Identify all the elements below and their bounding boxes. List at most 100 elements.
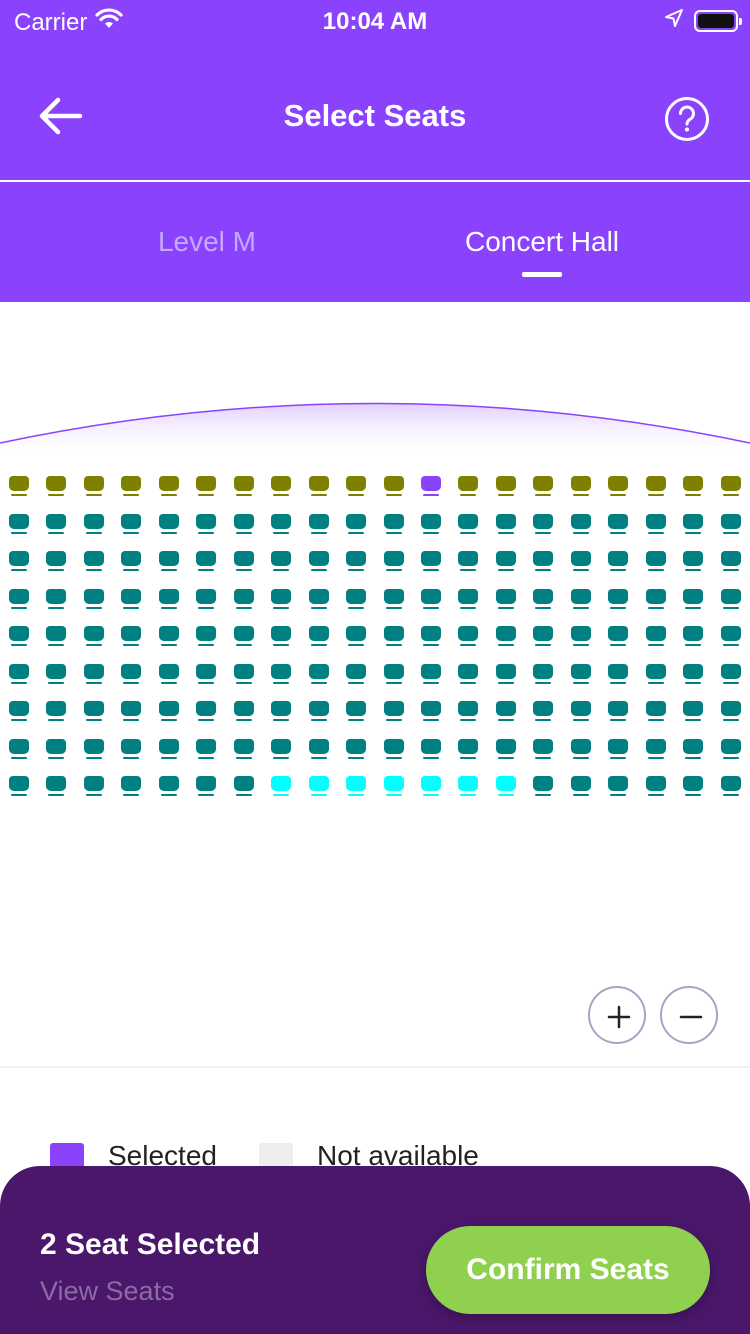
seat[interactable] bbox=[570, 551, 591, 573]
seat[interactable] bbox=[9, 738, 29, 761]
seat[interactable] bbox=[570, 626, 591, 648]
seat[interactable] bbox=[346, 588, 367, 611]
seat[interactable] bbox=[158, 738, 179, 761]
seat[interactable] bbox=[83, 476, 104, 498]
seat[interactable] bbox=[83, 588, 104, 611]
seat[interactable] bbox=[46, 701, 67, 723]
seat[interactable] bbox=[83, 551, 104, 573]
seat[interactable] bbox=[158, 663, 179, 686]
seat[interactable] bbox=[271, 738, 292, 761]
seat[interactable] bbox=[458, 551, 479, 573]
seat[interactable] bbox=[533, 738, 554, 761]
seat[interactable] bbox=[645, 476, 666, 498]
seat[interactable] bbox=[458, 588, 479, 611]
seat[interactable] bbox=[683, 663, 704, 686]
seat[interactable] bbox=[645, 776, 666, 798]
seat[interactable] bbox=[233, 551, 254, 573]
seat[interactable] bbox=[83, 701, 104, 723]
seat[interactable] bbox=[683, 551, 704, 573]
seat[interactable] bbox=[720, 776, 741, 798]
seat[interactable] bbox=[158, 476, 179, 498]
seat[interactable] bbox=[158, 626, 179, 648]
seat[interactable] bbox=[271, 476, 292, 498]
seat[interactable] bbox=[570, 476, 591, 498]
seat[interactable] bbox=[383, 701, 404, 723]
seat[interactable] bbox=[645, 513, 666, 536]
seat[interactable] bbox=[308, 701, 329, 723]
seat[interactable] bbox=[46, 776, 67, 798]
seat[interactable] bbox=[608, 701, 629, 723]
seat[interactable] bbox=[458, 701, 479, 723]
seat[interactable] bbox=[233, 588, 254, 611]
seat[interactable] bbox=[308, 626, 329, 648]
seat[interactable] bbox=[420, 663, 441, 686]
seat[interactable] bbox=[271, 701, 292, 723]
seat[interactable] bbox=[271, 626, 292, 648]
seat[interactable] bbox=[608, 626, 629, 648]
seat[interactable] bbox=[458, 476, 479, 498]
seat[interactable] bbox=[158, 776, 179, 798]
seat[interactable] bbox=[720, 513, 741, 536]
seat[interactable] bbox=[121, 776, 142, 798]
seat[interactable] bbox=[308, 513, 329, 536]
seat[interactable] bbox=[683, 701, 704, 723]
seat[interactable] bbox=[458, 663, 479, 686]
seat[interactable] bbox=[346, 776, 367, 798]
seat[interactable] bbox=[608, 588, 629, 611]
seat[interactable] bbox=[46, 626, 67, 648]
seat[interactable] bbox=[196, 513, 217, 536]
seat[interactable] bbox=[9, 513, 29, 536]
seat[interactable] bbox=[196, 663, 217, 686]
seat[interactable] bbox=[233, 776, 254, 798]
seat[interactable] bbox=[570, 776, 591, 798]
seat[interactable] bbox=[308, 551, 329, 573]
seat[interactable] bbox=[570, 663, 591, 686]
seat[interactable] bbox=[308, 738, 329, 761]
seat[interactable] bbox=[308, 588, 329, 611]
seat[interactable] bbox=[121, 701, 142, 723]
seat[interactable] bbox=[271, 588, 292, 611]
seat[interactable] bbox=[121, 551, 142, 573]
seat[interactable] bbox=[570, 701, 591, 723]
seat[interactable] bbox=[720, 738, 741, 761]
seat[interactable] bbox=[495, 551, 516, 573]
seat[interactable] bbox=[121, 663, 142, 686]
seat[interactable] bbox=[196, 476, 217, 498]
seat[interactable] bbox=[83, 776, 104, 798]
seat[interactable] bbox=[683, 626, 704, 648]
seat[interactable] bbox=[121, 738, 142, 761]
seat[interactable] bbox=[458, 738, 479, 761]
seat[interactable] bbox=[458, 776, 479, 798]
seat[interactable] bbox=[608, 476, 629, 498]
seat[interactable] bbox=[196, 588, 217, 611]
seat[interactable] bbox=[46, 513, 67, 536]
seat[interactable] bbox=[271, 513, 292, 536]
seat[interactable] bbox=[196, 701, 217, 723]
seat[interactable] bbox=[645, 626, 666, 648]
seat[interactable] bbox=[608, 738, 629, 761]
seat[interactable] bbox=[346, 513, 367, 536]
seat[interactable] bbox=[9, 476, 29, 498]
seat[interactable] bbox=[83, 663, 104, 686]
seat[interactable] bbox=[495, 513, 516, 536]
seat[interactable] bbox=[533, 776, 554, 798]
seat[interactable] bbox=[346, 551, 367, 573]
seat[interactable] bbox=[683, 513, 704, 536]
seat[interactable] bbox=[46, 476, 67, 498]
seat[interactable] bbox=[121, 588, 142, 611]
seat[interactable] bbox=[9, 701, 29, 723]
seat[interactable] bbox=[533, 551, 554, 573]
seat[interactable] bbox=[233, 476, 254, 498]
seat[interactable] bbox=[196, 551, 217, 573]
seat[interactable] bbox=[158, 551, 179, 573]
seat[interactable] bbox=[308, 476, 329, 498]
seat[interactable] bbox=[383, 513, 404, 536]
seat[interactable] bbox=[645, 551, 666, 573]
seat[interactable] bbox=[683, 738, 704, 761]
seat[interactable] bbox=[570, 513, 591, 536]
seat[interactable] bbox=[233, 738, 254, 761]
seat[interactable] bbox=[495, 588, 516, 611]
seat[interactable] bbox=[420, 551, 441, 573]
seat[interactable] bbox=[271, 776, 292, 798]
seat[interactable] bbox=[383, 663, 404, 686]
